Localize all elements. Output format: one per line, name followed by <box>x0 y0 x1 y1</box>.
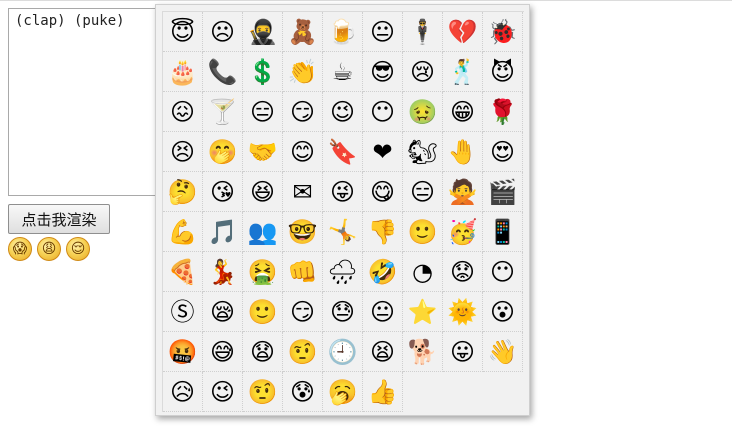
think-icon[interactable]: 🤨 <box>283 332 323 372</box>
broken-heart-icon[interactable]: 💔 <box>443 12 483 52</box>
smirk-icon[interactable]: 😏 <box>283 292 323 332</box>
star-icon[interactable]: ⭐ <box>403 292 443 332</box>
in-love-icon[interactable]: 😍 <box>483 132 523 172</box>
yawn-icon[interactable]: 🥱 <box>323 372 363 412</box>
cry-icon[interactable]: 😢 <box>403 52 443 92</box>
movie-icon[interactable]: 🎬 <box>483 172 523 212</box>
heart-icon[interactable]: ❤ <box>363 132 403 172</box>
swear-icon[interactable]: 🤬 <box>163 332 203 372</box>
mobile-phone-icon[interactable]: 📱 <box>483 212 523 252</box>
emoticon-picker-panel: 😇 ☹ 🥷 🧸 🍺 😐 🕴 💔 🐞 🎂 📞 💲 👏 ☕ 😎 😢 🕺 😈 😖 🍸 😑 😏 😉 😶 🤢 😁 🌹 😣 🤭 🤝 😊 🔖 ❤ 🐿 🤚 😍 🤔 😘 😆 ✉… <box>155 4 530 416</box>
render-button[interactable]: 点击我渲染 <box>8 204 110 234</box>
flower-icon[interactable]: 🌹 <box>483 92 523 132</box>
dancer-icon[interactable]: 💃 <box>203 252 243 292</box>
heidy-icon[interactable]: 🔖 <box>323 132 363 172</box>
nerd-glasses-icon[interactable]: 🤓 <box>283 212 323 252</box>
mmm-icon[interactable]: 😋 <box>363 172 403 212</box>
party-icon[interactable]: 🥳 <box>443 212 483 252</box>
bear-icon[interactable]: 🧸 <box>283 12 323 52</box>
gentleman-icon[interactable]: 🕴 <box>403 12 443 52</box>
devil-icon[interactable]: 😈 <box>483 52 523 92</box>
drink-icon[interactable]: 🍸 <box>203 92 243 132</box>
clock-face-icon[interactable]: ◔ <box>403 252 443 292</box>
ninja-dance-icon[interactable]: 🤸 <box>323 212 363 252</box>
laugh-icon[interactable]: 😆 <box>243 172 283 212</box>
neutral-icon[interactable]: 😐 <box>363 292 403 332</box>
ninja-icon[interactable]: 🥷 <box>243 12 283 52</box>
muscle-icon[interactable]: 💪 <box>163 212 203 252</box>
thumbs-up-icon[interactable]: 👍 <box>363 372 403 412</box>
pizza-icon[interactable]: 🍕 <box>163 252 203 292</box>
beer-icon[interactable]: 🍺 <box>323 12 363 52</box>
cool-icon[interactable]: 😎 <box>363 52 403 92</box>
clap-icon[interactable]: 👏 <box>283 52 323 92</box>
sweat-icon[interactable]: 😓 <box>323 292 363 332</box>
sun-icon[interactable]: 🌞 <box>443 292 483 332</box>
blush-icon: 😌 <box>66 237 90 261</box>
punch-icon[interactable]: 👊 <box>283 252 323 292</box>
skype-icon[interactable]: Ⓢ <box>163 292 203 332</box>
doh-icon[interactable]: 😖 <box>163 92 203 132</box>
sweating-icon[interactable]: 😅 <box>203 332 243 372</box>
worry-icon[interactable]: 😰 <box>283 372 323 412</box>
rendered-output: 😱 😩 😌 <box>8 237 90 261</box>
dance-icon[interactable]: 🕺 <box>443 52 483 92</box>
bored-icon[interactable]: 😐 <box>363 12 403 52</box>
bug-icon[interactable]: 🐞 <box>483 12 523 52</box>
giggle-icon[interactable]: 🤭 <box>203 132 243 172</box>
emoticon-text-input[interactable]: (clap) (puke) <box>8 8 158 196</box>
puke-icon: 😩 <box>37 237 61 261</box>
cash-icon[interactable]: 💲 <box>243 52 283 92</box>
coffee-icon[interactable]: ☕ <box>323 52 363 92</box>
doubt-icon[interactable]: 🤨 <box>243 372 283 412</box>
thumbs-down-icon[interactable]: 👎 <box>363 212 403 252</box>
square-smile-icon[interactable]: 🙂 <box>243 292 283 332</box>
grin-icon[interactable]: 😁 <box>443 92 483 132</box>
sick-icon[interactable]: 🤢 <box>403 92 443 132</box>
happy-icon[interactable]: 😊 <box>283 132 323 172</box>
people-icon[interactable]: 👥 <box>243 212 283 252</box>
tongue-out-icon[interactable]: 😛 <box>443 332 483 372</box>
handshake-icon[interactable]: 🤝 <box>243 132 283 172</box>
tired-icon[interactable]: 😫 <box>363 332 403 372</box>
time-icon[interactable]: 🕘 <box>323 332 363 372</box>
mail-icon[interactable]: ✉ <box>283 172 323 212</box>
kiss-icon[interactable]: 😘 <box>203 172 243 212</box>
wave-icon[interactable]: 👋 <box>483 332 523 372</box>
evil-grin-icon[interactable]: 😏 <box>283 92 323 132</box>
worried-icon[interactable]: 😟 <box>443 252 483 292</box>
rain-icon[interactable]: 🌧 <box>323 252 363 292</box>
speechless-icon[interactable]: 😶 <box>483 252 523 292</box>
shocked-icon[interactable]: 😧 <box>243 332 283 372</box>
sad-icon[interactable]: ☹ <box>203 12 243 52</box>
headbang-icon[interactable]: 😣 <box>163 132 203 172</box>
phone-call-icon[interactable]: 📞 <box>203 52 243 92</box>
top-divider <box>0 0 732 1</box>
emoticon-grid: 😇 ☹ 🥷 🧸 🍺 😐 🕴 💔 🐞 🎂 📞 💲 👏 ☕ 😎 😢 🕺 😈 😖 🍸 😑 😏 😉 😶 🤢 😁 🌹 😣 🤭 🤝 😊 🔖 ❤ 🐿 🤚 😍 🤔 😘 😆 ✉… <box>162 11 524 412</box>
squirrel-icon[interactable]: 🐿 <box>403 132 443 172</box>
dull-icon[interactable]: 😑 <box>243 92 283 132</box>
sleepy-icon[interactable]: 😪 <box>203 292 243 332</box>
whew-icon[interactable]: 😥 <box>163 372 203 412</box>
music-icon[interactable]: 🎵 <box>203 212 243 252</box>
nerd-icon[interactable]: 😑 <box>403 172 443 212</box>
angel-icon[interactable]: 😇 <box>163 12 203 52</box>
surprised-icon[interactable]: 😮 <box>483 292 523 332</box>
cake-icon[interactable]: 🎂 <box>163 52 203 92</box>
makeup-icon[interactable]: 😜 <box>323 172 363 212</box>
wink-icon[interactable]: 😉 <box>203 372 243 412</box>
no-icon[interactable]: 🙅 <box>443 172 483 212</box>
emo-icon[interactable]: 😶 <box>363 92 403 132</box>
rofl-icon[interactable]: 🤣 <box>363 252 403 292</box>
puke-icon[interactable]: 🤮 <box>243 252 283 292</box>
flirt-icon[interactable]: 😉 <box>323 92 363 132</box>
wait-icon[interactable]: 🤚 <box>443 132 483 172</box>
clap-icon: 😱 <box>8 237 32 261</box>
smile-icon[interactable]: 🙂 <box>403 212 443 252</box>
toivo-icon[interactable]: 🐕 <box>403 332 443 372</box>
wonder-icon[interactable]: 🤔 <box>163 172 203 212</box>
